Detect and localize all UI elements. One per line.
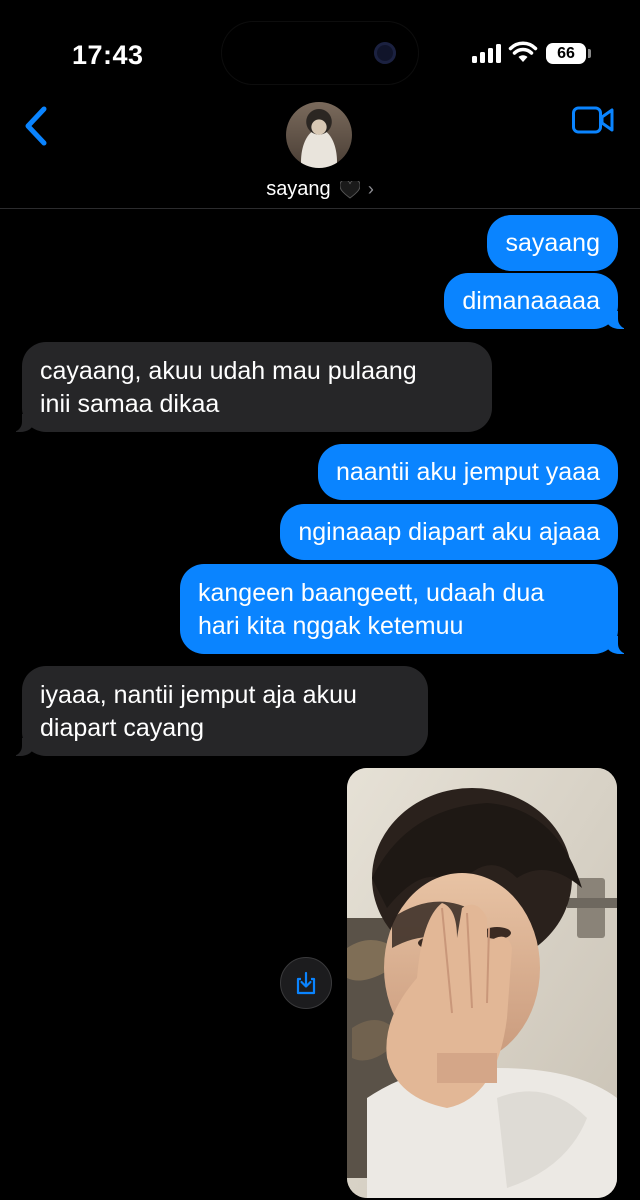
message-bubble-sent[interactable]: nginaaap diapart aku ajaaa — [280, 504, 618, 560]
message-text: naantii aku jemput yaaa — [335, 458, 600, 486]
message-bubble-sent[interactable]: sayaang — [487, 215, 618, 271]
status-time: 17:43 — [72, 40, 144, 70]
camera-icon — [374, 42, 396, 64]
message-text-line: hari kita nggak ketemuu — [198, 612, 464, 640]
chevron-right-icon: › — [367, 179, 374, 200]
wifi-icon — [508, 41, 538, 62]
video-call-icon[interactable] — [572, 106, 614, 134]
contact-name-row[interactable]: sayang › — [0, 178, 640, 201]
message-text: nginaaap diapart aku ajaaa — [298, 518, 600, 546]
save-download-icon — [296, 971, 316, 995]
message-text-line: inii samaa dikaa — [40, 390, 220, 418]
avatar[interactable] — [286, 102, 352, 168]
battery-nub — [588, 49, 591, 58]
message-bubble-sent[interactable]: kangeen baangeett, udaah dua hari kita n… — [180, 564, 632, 654]
message-text-line: kangeen baangeett, udaah dua — [198, 579, 545, 607]
message-text-line: diapart cayang — [40, 714, 205, 742]
header-divider — [0, 208, 640, 209]
message-text-line: cayaang, akuu udah mau pulaang — [40, 357, 417, 385]
message-text: dimanaaaaa — [462, 287, 600, 315]
battery-icon: 66 — [546, 43, 586, 64]
black-heart-emoji — [340, 180, 361, 199]
message-bubble-received[interactable]: cayaang, akuu udah mau pulaang inii sama… — [8, 342, 492, 432]
battery-level: 66 — [557, 44, 575, 62]
back-chevron-icon[interactable] — [22, 105, 52, 147]
message-text: sayaang — [505, 229, 600, 257]
cellular-signal-icon — [472, 44, 501, 63]
contact-name: sayang — [266, 178, 331, 201]
message-bubble-sent[interactable]: naantii aku jemput yaaa — [317, 444, 618, 500]
photo-message[interactable] — [347, 768, 617, 1198]
save-button[interactable] — [280, 957, 332, 1009]
photo-image — [347, 768, 617, 1198]
message-text-line: iyaaa, nantii jemput aja akuu — [40, 681, 357, 709]
dynamic-island — [222, 22, 418, 84]
message-bubble-sent[interactable]: dimanaaaaa — [444, 273, 632, 329]
message-bubble-received[interactable]: iyaaa, nantii jemput aja akuu diapart ca… — [8, 666, 428, 756]
